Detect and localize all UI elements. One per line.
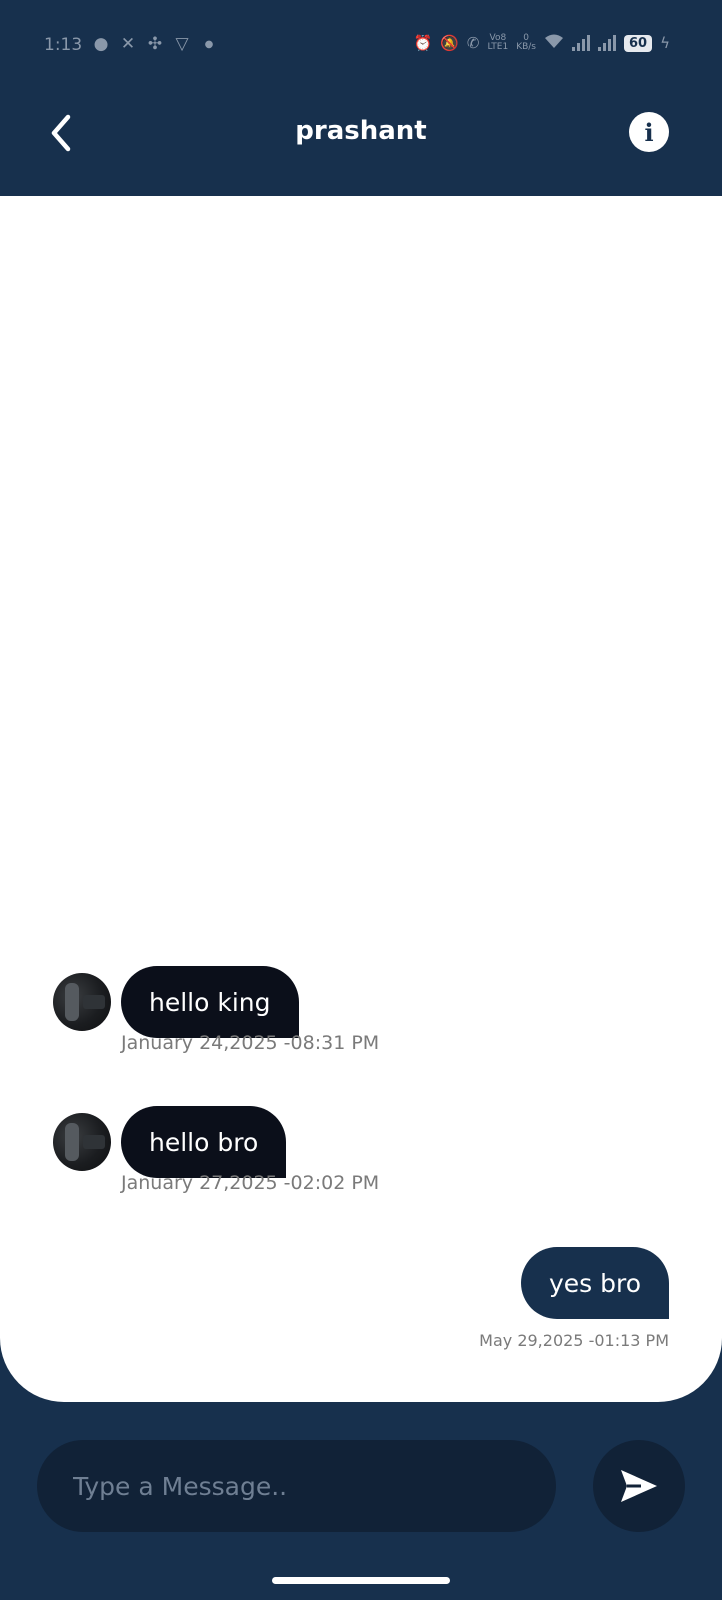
info-icon: i bbox=[644, 117, 654, 147]
message-row: hello bro bbox=[53, 1106, 287, 1178]
status-bar: 1:13 ● ✕ ✣ ▽ ● ⏰ 🔕 ✆ Vo8 LTE1 0 KB/s 60 … bbox=[0, 0, 722, 90]
x-logo-icon: ✕ bbox=[120, 34, 136, 54]
dot-icon: ● bbox=[204, 38, 214, 50]
system-icons: ⏰ 🔕 ✆ Vo8 LTE1 0 KB/s 60 ϟ bbox=[414, 33, 670, 53]
notification-icons: ● ✕ ✣ ▽ ● bbox=[92, 34, 218, 54]
chat-screen: 1:13 ● ✕ ✣ ▽ ● ⏰ 🔕 ✆ Vo8 LTE1 0 KB/s 60 … bbox=[0, 0, 722, 1600]
send-button[interactable] bbox=[593, 1440, 685, 1532]
signal-2-icon bbox=[598, 35, 616, 51]
signal-1-icon bbox=[572, 35, 590, 51]
info-button[interactable]: i bbox=[629, 112, 669, 152]
network-type: Vo8 LTE1 bbox=[488, 34, 509, 52]
status-time: 1:13 bbox=[44, 35, 83, 55]
network-label-bottom: LTE1 bbox=[487, 42, 509, 52]
message-timestamp: January 27,2025 -02:02 PM bbox=[121, 1172, 380, 1194]
avatar[interactable] bbox=[53, 973, 111, 1031]
message-timestamp: May 29,2025 -01:13 PM bbox=[479, 1331, 669, 1350]
incoming-message-bubble[interactable]: hello king bbox=[121, 966, 299, 1038]
battery-icon: 60 bbox=[624, 34, 653, 52]
shield-app-icon: ▽ bbox=[175, 34, 189, 54]
mute-bell-icon: 🔕 bbox=[440, 34, 459, 52]
network-speed: 0 KB/s bbox=[516, 34, 536, 52]
speed-unit: KB/s bbox=[516, 42, 536, 52]
charging-bolt-icon: ϟ bbox=[660, 34, 670, 52]
message-timestamp: January 24,2025 -08:31 PM bbox=[121, 1032, 380, 1054]
incoming-message-bubble[interactable]: hello bro bbox=[121, 1106, 287, 1178]
chat-bubble-icon: ● bbox=[93, 34, 109, 54]
pinwheel-icon: ✣ bbox=[147, 34, 163, 54]
message-row: hello king bbox=[53, 966, 299, 1038]
avatar[interactable] bbox=[53, 1113, 111, 1171]
wifi-calling-icon: ✆ bbox=[466, 34, 480, 52]
alarm-icon: ⏰ bbox=[413, 34, 433, 52]
chat-header: prashant bbox=[0, 90, 722, 196]
contact-name: prashant bbox=[295, 116, 427, 146]
message-list[interactable]: hello king January 24,2025 -08:31 PM hel… bbox=[0, 196, 722, 1402]
send-icon bbox=[621, 1470, 657, 1502]
outgoing-message-bubble[interactable]: yes bro bbox=[520, 1247, 669, 1319]
wifi-icon bbox=[544, 33, 564, 53]
message-input[interactable] bbox=[37, 1440, 556, 1532]
home-indicator[interactable] bbox=[272, 1577, 450, 1584]
